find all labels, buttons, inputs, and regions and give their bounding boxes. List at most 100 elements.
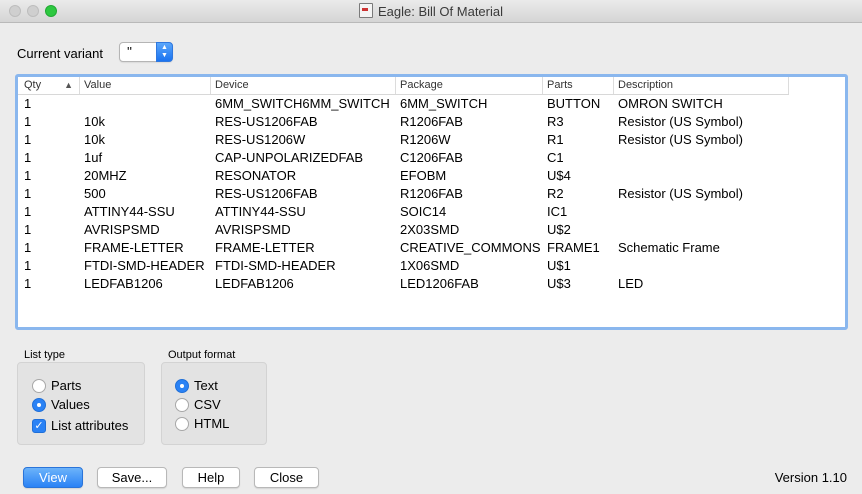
table-row[interactable]: 1 ATTINY44-SSU ATTINY44-SSU SOIC14 IC1 xyxy=(18,203,845,221)
cell-value xyxy=(80,95,211,113)
save-button[interactable]: Save... xyxy=(97,467,167,488)
output-format-title: Output format xyxy=(168,349,236,361)
cell-description: Resistor (US Symbol) xyxy=(618,132,743,147)
checkmark-icon[interactable]: ✓ xyxy=(32,419,46,433)
cell-qty: 1 xyxy=(24,114,32,129)
cell-qty: 1 xyxy=(24,276,32,291)
cell-parts: U$1 xyxy=(547,258,571,273)
cell-description xyxy=(614,167,789,185)
cell-package: LED1206FAB xyxy=(400,276,479,291)
table-row[interactable]: 1 10k RES-US1206W R1206W R1 Resistor (US Symb… xyxy=(18,131,845,149)
cell-device: RES-US1206FAB xyxy=(215,186,318,201)
table-header: Qty ▲ Value Device Package Parts Descript… xyxy=(18,77,789,95)
cell-qty: 1 xyxy=(24,222,32,237)
cell-value: 1uf xyxy=(84,150,103,165)
cell-qty: 1 xyxy=(24,240,32,255)
cell-value: ATTINY44-SSU xyxy=(84,204,175,219)
cell-parts: R2 xyxy=(547,186,564,201)
cell-description: Resistor (US Symbol) xyxy=(618,186,743,201)
radio-label: HTML xyxy=(194,416,230,431)
cell-device: ATTINY44-SSU xyxy=(215,204,306,219)
view-button[interactable]: View xyxy=(23,467,83,488)
radio-label: Values xyxy=(51,397,90,412)
cell-value: 500 xyxy=(84,186,106,201)
radio-label: CSV xyxy=(194,397,221,412)
cell-value: AVRISPSMD xyxy=(84,222,160,237)
cell-package: 1X06SMD xyxy=(400,258,460,273)
cell-description xyxy=(614,149,789,167)
cell-description xyxy=(614,257,789,275)
cell-package: EFOBM xyxy=(400,168,447,183)
cell-package: SOIC14 xyxy=(400,204,447,219)
version-label: Version 1.10 xyxy=(774,470,847,485)
window-title: Eagle: Bill Of Material xyxy=(378,4,503,19)
cell-value: FRAME-LETTER xyxy=(84,240,184,255)
cell-value: LEDFAB1206 xyxy=(84,276,163,291)
cell-package: R1206FAB xyxy=(400,186,463,201)
cell-parts: FRAME1 xyxy=(547,240,600,255)
checkbox-label: List attributes xyxy=(51,418,129,433)
table-row[interactable]: 1 1uf CAP-UNPOLARIZEDFAB C1206FAB C1 xyxy=(18,149,845,167)
help-button[interactable]: Help xyxy=(182,467,240,488)
list-type-group: Parts Values ✓ List attributes xyxy=(17,362,145,445)
cell-qty: 1 xyxy=(24,168,32,183)
radio-button[interactable] xyxy=(175,379,189,393)
column-header-parts[interactable]: Parts xyxy=(543,77,614,94)
table-row[interactable]: 1 FRAME-LETTER FRAME-LETTER CREATIVE_COMMON… xyxy=(18,239,845,257)
radio-button[interactable] xyxy=(175,417,189,431)
cell-description: LED xyxy=(618,276,644,291)
column-header-device[interactable]: Device xyxy=(211,77,396,94)
cell-package: 2X03SMD xyxy=(400,222,460,237)
radio-button[interactable] xyxy=(32,398,46,412)
column-header-label: Qty xyxy=(24,79,42,91)
cell-value: FTDI-SMD-HEADER xyxy=(84,258,205,273)
cell-parts: R1 xyxy=(547,132,564,147)
cell-device: RES-US1206W xyxy=(215,132,306,147)
column-header-description[interactable]: Description xyxy=(614,77,789,94)
cell-qty: 1 xyxy=(24,186,32,201)
cell-description xyxy=(614,221,789,239)
cell-parts: U$3 xyxy=(547,276,571,291)
cell-parts: IC1 xyxy=(547,204,568,219)
window-title-group: Eagle: Bill Of Material xyxy=(0,3,862,19)
cell-device: 6MM_SWITCH6MM_SWITCH xyxy=(215,96,390,111)
cell-device: LEDFAB1206 xyxy=(215,276,294,291)
cell-package: C1206FAB xyxy=(400,150,463,165)
table-row[interactable]: 1 AVRISPSMD AVRISPSMD 2X03SMD U$2 xyxy=(18,221,845,239)
variant-select[interactable]: '' ▲ ▼ xyxy=(119,42,173,62)
bom-table[interactable]: Qty ▲ Value Device Package Parts Descript… xyxy=(15,74,848,330)
table-body: 1 6MM_SWITCH6MM_SWITCH 6MM_SWITCH BUTTON OMR… xyxy=(18,95,845,293)
cell-description: Schematic Frame xyxy=(618,240,720,255)
chevron-up-down-icon: ▲ ▼ xyxy=(156,42,173,62)
output-format-group: Text CSV HTML xyxy=(161,362,267,445)
cell-device: FTDI-SMD-HEADER xyxy=(215,258,336,273)
cell-parts: U$4 xyxy=(547,168,571,183)
column-header-package[interactable]: Package xyxy=(396,77,543,94)
table-row[interactable]: 1 500 RES-US1206FAB R1206FAB R2 Resistor (US … xyxy=(18,185,845,203)
table-row[interactable]: 1 LEDFAB1206 LEDFAB1206 LED1206FAB U$3 LED xyxy=(18,275,845,293)
table-row[interactable]: 1 10k RES-US1206FAB R1206FAB R3 Resistor (US … xyxy=(18,113,845,131)
cell-value: 10k xyxy=(84,114,105,129)
cell-device: AVRISPSMD xyxy=(215,222,291,237)
column-header-value[interactable]: Value xyxy=(80,77,211,94)
radio-button[interactable] xyxy=(175,398,189,412)
close-button[interactable]: Close xyxy=(254,467,319,488)
cell-device: CAP-UNPOLARIZEDFAB xyxy=(215,150,364,165)
radio-button[interactable] xyxy=(32,379,46,393)
cell-qty: 1 xyxy=(24,150,32,165)
column-header-qty[interactable]: Qty ▲ xyxy=(20,77,80,94)
table-row[interactable]: 1 20MHZ RESONATOR EFOBM U$4 xyxy=(18,167,845,185)
list-type-title: List type xyxy=(24,349,65,361)
radio-label: Text xyxy=(194,378,218,393)
table-row[interactable]: 1 6MM_SWITCH6MM_SWITCH 6MM_SWITCH BUTTON OMR… xyxy=(18,95,845,113)
cell-description: Resistor (US Symbol) xyxy=(618,114,743,129)
cell-package: 6MM_SWITCH xyxy=(400,96,488,111)
cell-package: R1206FAB xyxy=(400,114,463,129)
cell-parts: R3 xyxy=(547,114,564,129)
cell-value: 10k xyxy=(84,132,105,147)
sort-ascending-icon: ▲ xyxy=(64,80,73,90)
cell-parts: BUTTON xyxy=(547,96,601,111)
cell-device: FRAME-LETTER xyxy=(215,240,315,255)
table-row[interactable]: 1 FTDI-SMD-HEADER FTDI-SMD-HEADER 1X06SMD U$… xyxy=(18,257,845,275)
cell-qty: 1 xyxy=(24,96,32,111)
